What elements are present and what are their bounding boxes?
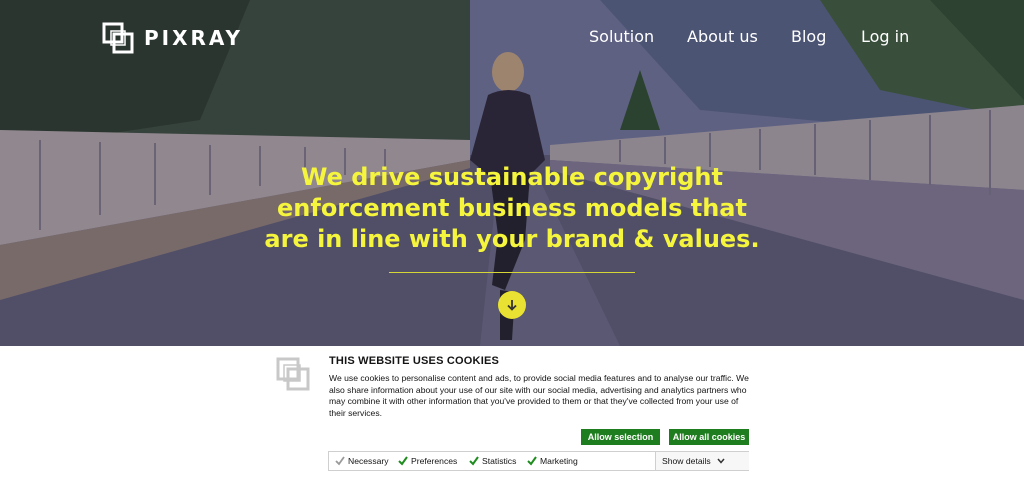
- headline-line-2: enforcement business models that: [277, 194, 747, 222]
- cookie-consent-options: Necessary Preferences Statistics Marketi…: [328, 451, 749, 471]
- cookie-description: We use cookies to personalise content an…: [329, 373, 749, 418]
- nav-blog[interactable]: Blog: [791, 27, 826, 46]
- checkmark-icon: [335, 456, 345, 466]
- allow-selection-button[interactable]: Allow selection: [581, 429, 660, 445]
- main-nav: Solution About us Blog Log in: [0, 27, 1024, 47]
- checkbox-marketing[interactable]: Marketing: [527, 452, 578, 470]
- checkbox-label: Statistics: [482, 456, 517, 466]
- chevron-down-icon: [717, 458, 725, 464]
- checkbox-preferences[interactable]: Preferences: [398, 452, 457, 470]
- checkbox-label: Marketing: [540, 456, 578, 466]
- checkbox-label: Necessary: [348, 456, 389, 466]
- checkbox-necessary: Necessary: [335, 452, 389, 470]
- show-details-button[interactable]: Show details: [655, 452, 749, 470]
- hero-section: PIXRAY Solution About us Blog Log in We …: [0, 0, 1024, 346]
- nav-about-us[interactable]: About us: [687, 27, 758, 46]
- scroll-down-button[interactable]: [498, 291, 526, 319]
- checkbox-label: Preferences: [411, 456, 458, 466]
- hero-headline: We drive sustainable copyright enforceme…: [232, 162, 792, 255]
- checkmark-icon: [527, 456, 537, 466]
- nav-log-in[interactable]: Log in: [861, 27, 909, 46]
- cookie-title: THIS WEBSITE USES COOKIES: [329, 355, 500, 367]
- headline-line-3: are in line with your brand & values.: [264, 225, 760, 253]
- checkbox-statistics[interactable]: Statistics: [469, 452, 516, 470]
- show-details-label: Show details: [662, 456, 711, 466]
- allow-all-cookies-button[interactable]: Allow all cookies: [669, 429, 749, 445]
- checkmark-icon: [469, 456, 479, 466]
- headline-divider: [389, 272, 635, 273]
- arrow-down-icon: [507, 300, 517, 311]
- cookiebot-logo-icon: [276, 357, 310, 391]
- checkmark-icon: [398, 456, 408, 466]
- headline-line-1: We drive sustainable copyright: [301, 163, 723, 191]
- nav-solution[interactable]: Solution: [589, 27, 654, 46]
